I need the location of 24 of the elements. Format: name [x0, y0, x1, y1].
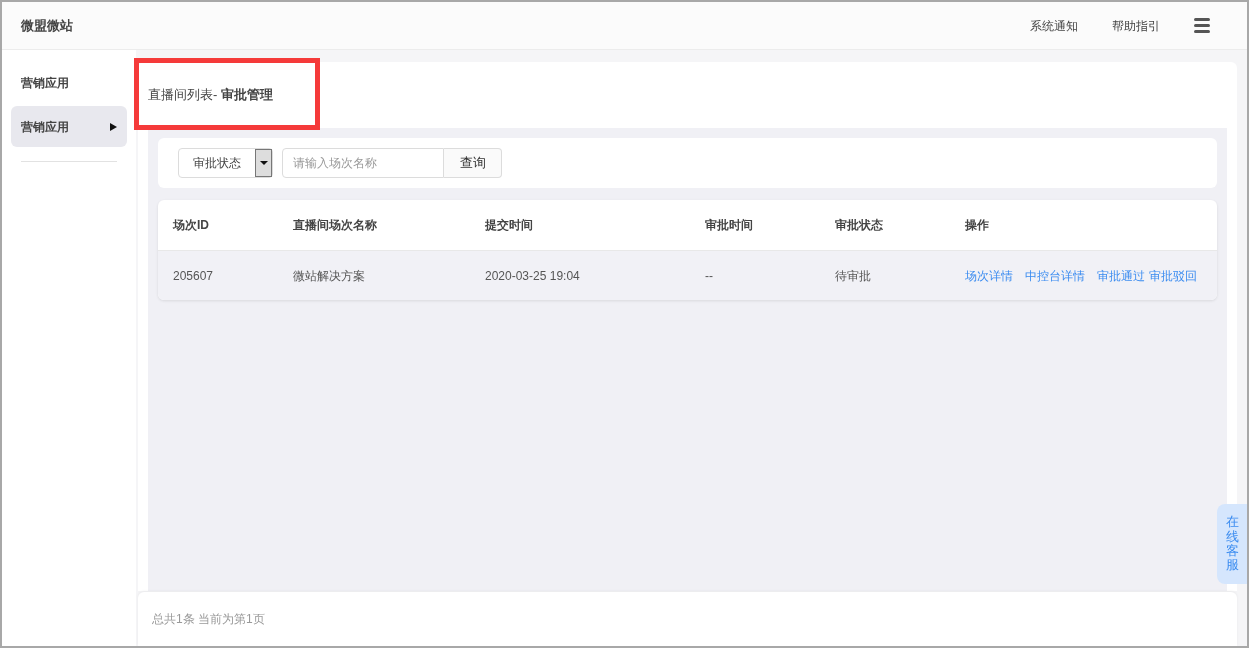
table-cell-text: 待审批 [835, 267, 872, 285]
header-link[interactable]: 系统通知 [1030, 16, 1078, 35]
table-cell-text: 2020-03-25 19:04 [485, 267, 581, 285]
dropdown-caret-icon [255, 149, 272, 177]
triangle-icon [110, 122, 117, 131]
sidebar-item[interactable]: 营销应用 [11, 106, 127, 147]
table-cell-text: 微站解决方案 [293, 267, 366, 285]
sidebar-heading: 营销应用 [20, 75, 70, 92]
table-cell-text: -- [705, 267, 714, 285]
header-link[interactable]: 帮助指引 [1112, 16, 1160, 35]
column-header: 审批状态 [835, 217, 884, 234]
column-header: 提交时间 [485, 217, 534, 234]
column-header: 场次ID [173, 217, 210, 234]
menu-icon[interactable] [1194, 18, 1210, 33]
search-field[interactable]: 请输入场次名称 [282, 148, 444, 178]
status-select[interactable]: 审批状态 [178, 148, 273, 178]
query-button[interactable]: 查询 [444, 148, 502, 178]
page-title: 直播间列表- 审批管理 [148, 86, 273, 105]
brand-title: 微盟微站 [21, 16, 73, 35]
column-header: 操作 [965, 217, 990, 234]
column-header: 直播间场次名称 [293, 217, 378, 234]
table-cell-text: 205607 [173, 267, 215, 285]
column-header: 审批时间 [705, 217, 754, 234]
pagination-summary: 总共1条 当前为第1页 [152, 611, 265, 628]
